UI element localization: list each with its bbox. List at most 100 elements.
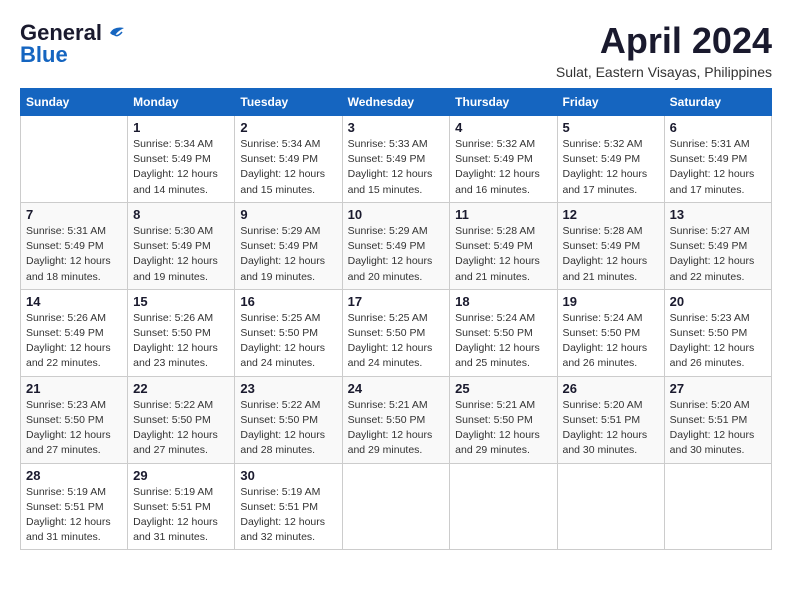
calendar-cell: 12 Sunrise: 5:28 AM Sunset: 5:49 PM Dayl… [557,202,664,289]
daylight-text: Daylight: 12 hours and 32 minutes. [240,516,325,543]
sunrise-text: Sunrise: 5:28 AM [455,225,535,237]
calendar-cell: 1 Sunrise: 5:34 AM Sunset: 5:49 PM Dayli… [128,116,235,203]
sunset-text: Sunset: 5:49 PM [670,153,748,165]
daylight-text: Daylight: 12 hours and 22 minutes. [670,255,755,282]
sunrise-text: Sunrise: 5:28 AM [563,225,643,237]
daylight-text: Daylight: 12 hours and 16 minutes. [455,168,540,195]
daylight-text: Daylight: 12 hours and 24 minutes. [348,342,433,369]
calendar-header-tuesday: Tuesday [235,89,342,116]
calendar-cell: 24 Sunrise: 5:21 AM Sunset: 5:50 PM Dayl… [342,376,450,463]
calendar-cell: 29 Sunrise: 5:19 AM Sunset: 5:51 PM Dayl… [128,463,235,550]
day-info: Sunrise: 5:31 AM Sunset: 5:49 PM Dayligh… [26,224,122,285]
day-info: Sunrise: 5:26 AM Sunset: 5:50 PM Dayligh… [133,311,229,372]
daylight-text: Daylight: 12 hours and 31 minutes. [26,516,111,543]
day-number: 13 [670,207,766,222]
daylight-text: Daylight: 12 hours and 30 minutes. [563,429,648,456]
calendar-header-wednesday: Wednesday [342,89,450,116]
day-info: Sunrise: 5:28 AM Sunset: 5:49 PM Dayligh… [563,224,659,285]
calendar-cell: 21 Sunrise: 5:23 AM Sunset: 5:50 PM Dayl… [21,376,128,463]
day-info: Sunrise: 5:19 AM Sunset: 5:51 PM Dayligh… [26,485,122,546]
page-header: General Blue April 2024 Sulat, Eastern V… [20,20,772,80]
day-number: 26 [563,381,659,396]
sunset-text: Sunset: 5:50 PM [348,327,426,339]
sunset-text: Sunset: 5:49 PM [348,153,426,165]
daylight-text: Daylight: 12 hours and 26 minutes. [563,342,648,369]
sunrise-text: Sunrise: 5:19 AM [26,486,106,498]
sunrise-text: Sunrise: 5:32 AM [455,138,535,150]
calendar-cell: 19 Sunrise: 5:24 AM Sunset: 5:50 PM Dayl… [557,289,664,376]
calendar-cell: 7 Sunrise: 5:31 AM Sunset: 5:49 PM Dayli… [21,202,128,289]
sunset-text: Sunset: 5:51 PM [26,501,104,513]
daylight-text: Daylight: 12 hours and 27 minutes. [26,429,111,456]
day-number: 9 [240,207,336,222]
day-number: 6 [670,120,766,135]
day-info: Sunrise: 5:30 AM Sunset: 5:49 PM Dayligh… [133,224,229,285]
sunrise-text: Sunrise: 5:33 AM [348,138,428,150]
day-number: 22 [133,381,229,396]
sunrise-text: Sunrise: 5:22 AM [133,399,213,411]
daylight-text: Daylight: 12 hours and 21 minutes. [455,255,540,282]
day-info: Sunrise: 5:29 AM Sunset: 5:49 PM Dayligh… [240,224,336,285]
calendar-cell: 22 Sunrise: 5:22 AM Sunset: 5:50 PM Dayl… [128,376,235,463]
sunrise-text: Sunrise: 5:30 AM [133,225,213,237]
daylight-text: Daylight: 12 hours and 27 minutes. [133,429,218,456]
day-info: Sunrise: 5:27 AM Sunset: 5:49 PM Dayligh… [670,224,766,285]
day-number: 20 [670,294,766,309]
calendar-cell: 25 Sunrise: 5:21 AM Sunset: 5:50 PM Dayl… [450,376,557,463]
sunset-text: Sunset: 5:51 PM [563,414,641,426]
calendar-cell: 10 Sunrise: 5:29 AM Sunset: 5:49 PM Dayl… [342,202,450,289]
calendar-header-thursday: Thursday [450,89,557,116]
day-number: 4 [455,120,551,135]
day-number: 11 [455,207,551,222]
calendar-cell: 30 Sunrise: 5:19 AM Sunset: 5:51 PM Dayl… [235,463,342,550]
daylight-text: Daylight: 12 hours and 15 minutes. [240,168,325,195]
day-info: Sunrise: 5:26 AM Sunset: 5:49 PM Dayligh… [26,311,122,372]
location: Sulat, Eastern Visayas, Philippines [556,64,772,80]
sunrise-text: Sunrise: 5:26 AM [26,312,106,324]
logo: General Blue [20,20,126,68]
sunset-text: Sunset: 5:49 PM [26,327,104,339]
sunrise-text: Sunrise: 5:34 AM [133,138,213,150]
sunset-text: Sunset: 5:50 PM [670,327,748,339]
calendar-cell: 17 Sunrise: 5:25 AM Sunset: 5:50 PM Dayl… [342,289,450,376]
day-info: Sunrise: 5:19 AM Sunset: 5:51 PM Dayligh… [133,485,229,546]
day-number: 14 [26,294,122,309]
day-number: 3 [348,120,445,135]
calendar-cell [21,116,128,203]
sunset-text: Sunset: 5:49 PM [240,240,318,252]
calendar-cell: 20 Sunrise: 5:23 AM Sunset: 5:50 PM Dayl… [664,289,771,376]
daylight-text: Daylight: 12 hours and 28 minutes. [240,429,325,456]
sunrise-text: Sunrise: 5:25 AM [348,312,428,324]
sunrise-text: Sunrise: 5:34 AM [240,138,320,150]
day-number: 8 [133,207,229,222]
sunset-text: Sunset: 5:49 PM [670,240,748,252]
day-info: Sunrise: 5:22 AM Sunset: 5:50 PM Dayligh… [133,398,229,459]
daylight-text: Daylight: 12 hours and 15 minutes. [348,168,433,195]
day-number: 25 [455,381,551,396]
daylight-text: Daylight: 12 hours and 18 minutes. [26,255,111,282]
sunrise-text: Sunrise: 5:24 AM [563,312,643,324]
sunrise-text: Sunrise: 5:19 AM [133,486,213,498]
calendar-week-row: 21 Sunrise: 5:23 AM Sunset: 5:50 PM Dayl… [21,376,772,463]
calendar-header-monday: Monday [128,89,235,116]
sunrise-text: Sunrise: 5:21 AM [348,399,428,411]
day-number: 27 [670,381,766,396]
daylight-text: Daylight: 12 hours and 24 minutes. [240,342,325,369]
calendar-cell: 13 Sunrise: 5:27 AM Sunset: 5:49 PM Dayl… [664,202,771,289]
day-info: Sunrise: 5:21 AM Sunset: 5:50 PM Dayligh… [455,398,551,459]
sunset-text: Sunset: 5:51 PM [240,501,318,513]
title-block: April 2024 Sulat, Eastern Visayas, Phili… [556,20,772,80]
day-number: 28 [26,468,122,483]
calendar-cell: 26 Sunrise: 5:20 AM Sunset: 5:51 PM Dayl… [557,376,664,463]
sunset-text: Sunset: 5:50 PM [455,414,533,426]
sunrise-text: Sunrise: 5:29 AM [240,225,320,237]
sunset-text: Sunset: 5:51 PM [133,501,211,513]
day-info: Sunrise: 5:32 AM Sunset: 5:49 PM Dayligh… [563,137,659,198]
calendar-cell [664,463,771,550]
sunrise-text: Sunrise: 5:24 AM [455,312,535,324]
day-number: 15 [133,294,229,309]
calendar-cell: 6 Sunrise: 5:31 AM Sunset: 5:49 PM Dayli… [664,116,771,203]
daylight-text: Daylight: 12 hours and 17 minutes. [670,168,755,195]
sunset-text: Sunset: 5:49 PM [240,153,318,165]
day-number: 10 [348,207,445,222]
